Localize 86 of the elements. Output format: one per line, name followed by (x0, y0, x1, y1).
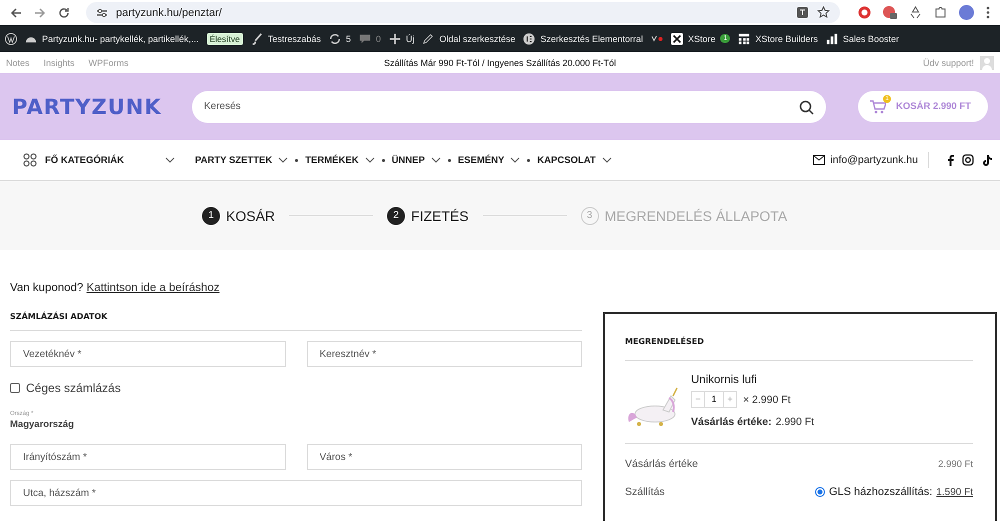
translate-icon[interactable] (796, 6, 809, 19)
chevron-down-icon (510, 157, 520, 163)
star-icon[interactable] (817, 6, 830, 19)
chevron-down-icon (165, 157, 175, 163)
admin-menu-item[interactable]: 0 (376, 34, 381, 44)
chevron-down-icon (278, 157, 288, 163)
shipping-label: Szállítás (625, 486, 665, 498)
tiktok-icon[interactable] (982, 154, 992, 166)
total-value: 2.990 Ft (938, 458, 973, 470)
country-value: Magyarország (10, 419, 75, 430)
admin-menu-item[interactable]: Oldal szerkesztése (439, 34, 516, 44)
address-bar[interactable]: partyzunk.hu/penztar/ (86, 2, 840, 23)
shipping-price: 1.590 Ft (936, 486, 973, 498)
facebook-icon[interactable] (947, 154, 954, 166)
extension-icon[interactable] (858, 6, 871, 19)
chevron-down-icon (364, 157, 375, 163)
search-icon (799, 100, 814, 114)
url-text: partyzunk.hu/penztar/ (116, 6, 222, 18)
checkout-step[interactable]: 1 KOSÁR (202, 206, 276, 224)
menu-icon[interactable] (986, 6, 990, 19)
brush-icon[interactable] (250, 32, 263, 44)
subtotal-value: 2.990 Ft (776, 416, 814, 428)
reload-icon[interactable] (58, 6, 70, 18)
instagram-icon[interactable] (962, 154, 974, 166)
nav-menu-item[interactable]: KAPCSOLAT (537, 154, 612, 166)
input-field[interactable]: Irányítószám * (10, 444, 286, 470)
product-name: Unikornis lufi (691, 374, 758, 386)
separator-dot (448, 158, 451, 162)
logo[interactable]: PARTYZUNK (12, 94, 160, 118)
section-heading: SZÁMLÁZÁSI ADATOK (10, 312, 582, 331)
input-field[interactable]: Utca, házszám * (10, 480, 582, 506)
checkbox[interactable] (10, 383, 20, 393)
separator-dot (382, 158, 385, 162)
input-field[interactable]: Vezetéknév * (10, 341, 286, 367)
subtotal-label: Vásárlás értéke: (691, 416, 772, 428)
admin-menu-item[interactable]: Új (406, 34, 414, 44)
nav-menu-item[interactable]: ÜNNEP (392, 154, 441, 166)
site-settings-icon[interactable] (96, 8, 108, 18)
bar-chart-icon[interactable] (826, 32, 838, 44)
admin-menu-item[interactable]: Szerkesztés Elementorral (540, 34, 643, 44)
wordpress-logo-icon[interactable] (5, 32, 17, 44)
comment-icon[interactable] (358, 32, 371, 44)
status-badge: Élesítve (206, 32, 243, 44)
profile-avatar-icon[interactable] (959, 5, 974, 20)
search-field[interactable]: Keresés (192, 90, 826, 122)
nav-menu-item[interactable]: PARTY SZETTEK (195, 154, 288, 166)
quantity-stepper[interactable]: − 1 + (691, 391, 737, 408)
chevron-down-icon (430, 157, 441, 163)
admin-menu-item[interactable]: Sales Booster (842, 34, 899, 44)
separator-dot (295, 158, 298, 162)
checkbox-label[interactable]: Céges számlázás (26, 381, 121, 395)
categories-icon (23, 153, 37, 167)
sync-icon[interactable] (328, 32, 341, 44)
pencil-icon[interactable] (422, 32, 434, 44)
input-field[interactable]: Keresztnév * (306, 341, 582, 367)
announcement-text: Szállítás Már 990 Ft-Tól / Ingyenes Szállítás 20.000 Ft-Tól (382, 58, 618, 68)
back-icon[interactable] (10, 6, 22, 18)
separator-dot (527, 158, 530, 162)
envelope-icon (813, 155, 826, 165)
plus-icon[interactable] (388, 32, 401, 44)
section-heading: MEGRENDELÉSED (625, 337, 973, 361)
admin-menu-item[interactable]: Partyzunk.hu- partykellék, partikellék,... (42, 34, 199, 44)
admin-menu-item[interactable]: 5 (346, 34, 351, 44)
radio-button[interactable] (814, 487, 825, 497)
shipping-option-label[interactable]: GLS házhozszállítás: (828, 486, 932, 498)
cart-icon (870, 100, 886, 114)
extension-icon[interactable] (883, 6, 897, 19)
greeting-text: Üdv support! (922, 58, 974, 68)
grid-icon[interactable] (738, 32, 750, 44)
email-link[interactable]: info@partyzunk.hu (813, 154, 918, 166)
categories-menu[interactable]: FŐ KATEGÓRIÁK (23, 153, 175, 167)
input-field[interactable]: Város * (306, 444, 582, 470)
chevron-down-icon (602, 157, 612, 163)
elementor-icon[interactable] (523, 32, 536, 44)
forward-icon[interactable] (34, 6, 46, 18)
coupon-prompt: Van kuponod? Kattintson ide a beíráshoz (10, 282, 221, 294)
nav-menu-item[interactable]: TERMÉKEK (305, 154, 375, 166)
admin-menu-item[interactable]: Testreszabás (268, 34, 321, 44)
x-logo-icon[interactable] (670, 32, 683, 44)
coupon-link[interactable]: Kattintson ide a beíráshoz (86, 282, 220, 294)
admin-menu-item[interactable]: XStore Builders (755, 34, 818, 44)
total-label: Vásárlás értéke (625, 458, 698, 470)
unit-price: × 2.990 Ft (743, 394, 791, 406)
nav-menu-item[interactable]: ESEMÉNY (458, 154, 520, 166)
checkout-step[interactable]: 2 FIZETÉS (387, 206, 469, 224)
admin-menu-item[interactable]: XStore (688, 34, 716, 44)
